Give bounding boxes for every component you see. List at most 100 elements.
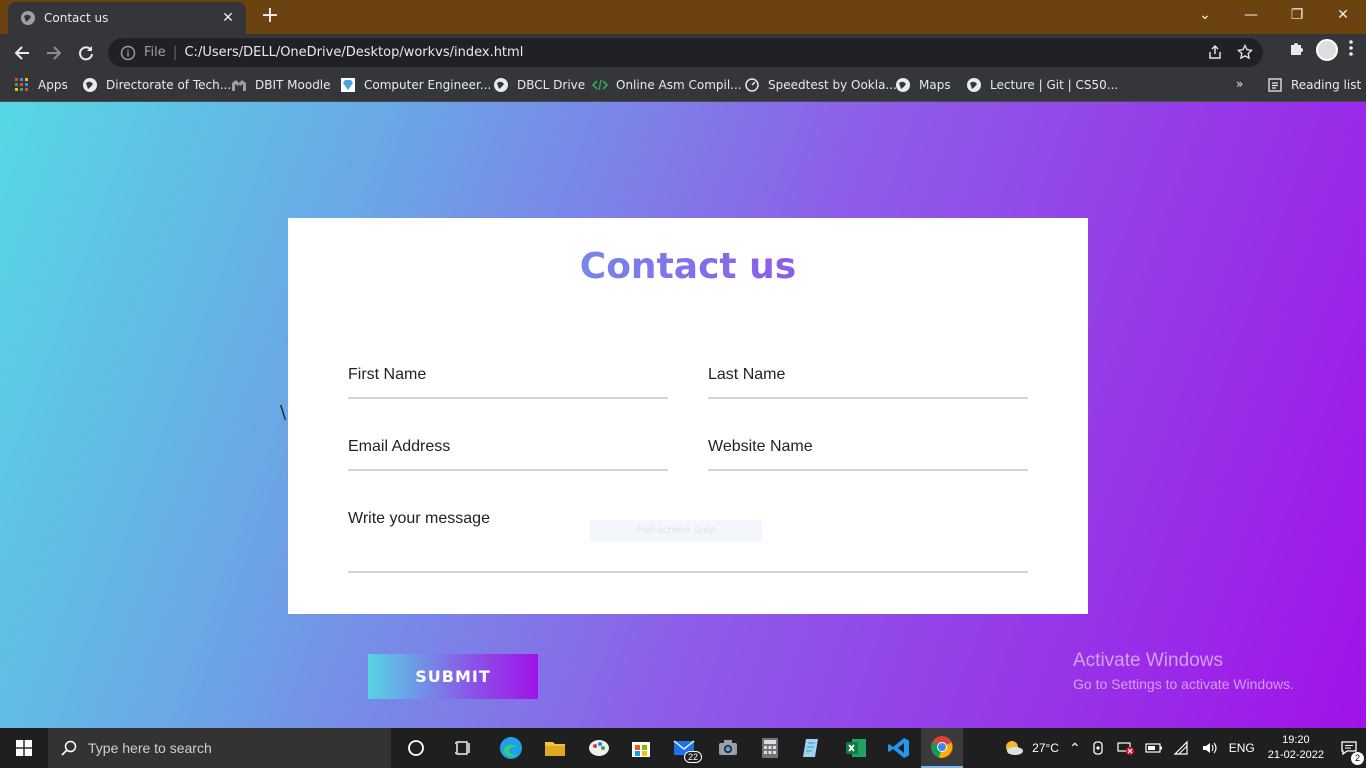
reading-list-label: Reading list — [1291, 78, 1362, 92]
taskbar-file-explorer[interactable] — [534, 728, 576, 768]
bookmark-apps[interactable]: Apps — [14, 77, 68, 93]
tab-close-icon[interactable]: ✕ — [220, 10, 236, 26]
url-scheme-label: File — [144, 45, 166, 60]
email-field[interactable]: Email Address — [348, 438, 668, 471]
back-button[interactable] — [8, 39, 36, 67]
task-view-button[interactable] — [442, 728, 484, 768]
tab-title: Contact us — [44, 11, 109, 25]
bookmark-dbit-moodle[interactable]: DBIT Moodle — [231, 77, 331, 93]
share-icon[interactable] — [1207, 44, 1223, 64]
window-controls: ⌄ — ❐ ✕ — [1182, 0, 1366, 30]
restore-button[interactable]: ❐ — [1274, 0, 1320, 30]
profile-avatar[interactable] — [1316, 39, 1338, 61]
forward-button[interactable] — [40, 39, 68, 67]
bookmark-star-icon[interactable] — [1236, 43, 1254, 64]
globe-icon — [493, 77, 509, 93]
reload-button[interactable] — [72, 39, 100, 67]
weather-temperature: 27°C — [1032, 741, 1059, 755]
windows-taskbar: Type here to search 22 27°C ⌃ ENG 19:20 … — [0, 728, 1366, 768]
extensions-puzzle-icon[interactable] — [1288, 39, 1306, 61]
taskbar-store[interactable] — [620, 728, 662, 768]
globe-icon — [895, 77, 911, 93]
url-separator: | — [172, 44, 178, 61]
website-label: Website Name — [708, 438, 813, 455]
bookmark-directorate[interactable]: Directorate of Tech... — [82, 77, 231, 93]
url-text[interactable]: C:/Users/DELL/OneDrive/Desktop/workvs/in… — [184, 45, 523, 60]
bookmarks-bar: Apps Directorate of Tech... DBIT Moodle … — [0, 71, 1366, 102]
last-name-field[interactable]: Last Name — [708, 366, 1028, 399]
bookmark-online-asm[interactable]: Online Asm Compil... — [592, 77, 742, 93]
battery-icon[interactable] — [1145, 742, 1163, 754]
chrome-icon — [931, 736, 953, 758]
store-bag-icon — [632, 742, 650, 757]
bookmark-cs50-git[interactable]: Lecture | Git | CS50... — [966, 77, 1118, 93]
message-label: Write your message — [348, 510, 490, 527]
moodle-icon — [231, 77, 247, 93]
taskbar-clock[interactable]: 19:20 21-02-2022 — [1268, 733, 1324, 763]
search-placeholder: Type here to search — [88, 740, 212, 756]
wifi-icon[interactable] — [1173, 740, 1191, 756]
clock-date: 21-02-2022 — [1267, 749, 1324, 761]
taskbar-mail[interactable]: 22 — [664, 728, 706, 768]
taskbar-vscode[interactable] — [878, 728, 920, 768]
paint-palette-icon — [589, 740, 609, 756]
bookmark-label: DBCL Drive — [517, 78, 586, 92]
excel-icon — [846, 739, 866, 757]
action-center-button[interactable]: 2 — [1332, 739, 1366, 765]
email-label: Email Address — [348, 438, 451, 455]
globe-icon — [82, 77, 98, 93]
start-button[interactable] — [0, 728, 48, 768]
address-bar[interactable]: File | C:/Users/DELL/OneDrive/Desktop/wo… — [108, 38, 1263, 67]
show-hidden-icons-chevron-icon[interactable]: ⌃ — [1069, 740, 1081, 757]
bookmark-dbcl-drive[interactable]: DBCL Drive — [493, 77, 585, 93]
bookmark-computer-engineer[interactable]: Computer Engineer... — [340, 77, 491, 93]
browser-titlebar: Contact us ✕ + ⌄ — ❐ ✕ — [0, 0, 1366, 34]
minimize-button[interactable]: — — [1228, 0, 1274, 30]
taskbar-camera[interactable] — [707, 728, 749, 768]
apps-grid-icon — [14, 77, 30, 93]
input-language[interactable]: ENG — [1229, 741, 1255, 755]
code-icon — [592, 77, 608, 93]
taskbar-excel[interactable] — [835, 728, 877, 768]
bookmark-label: Directorate of Tech... — [106, 78, 232, 92]
taskbar-notes-app[interactable] — [791, 728, 833, 768]
bookmark-maps[interactable]: Maps — [895, 77, 951, 93]
browser-tab-contact-us[interactable]: Contact us ✕ — [8, 2, 246, 34]
more-bookmarks-button[interactable]: » — [1236, 77, 1243, 91]
task-view-icon — [455, 741, 470, 755]
volume-icon[interactable] — [1201, 740, 1219, 756]
address-bar-actions — [1207, 43, 1254, 64]
browser-menu-icon[interactable] — [1348, 39, 1354, 61]
close-window-button[interactable]: ✕ — [1320, 0, 1366, 30]
first-name-field[interactable]: First Name — [348, 366, 668, 399]
tab-search-dropdown-icon[interactable]: ⌄ — [1182, 0, 1228, 30]
bookmark-speedtest[interactable]: Speedtest by Ookla... — [744, 77, 897, 93]
site-info-icon[interactable] — [120, 45, 136, 61]
meet-now-icon[interactable] — [1091, 740, 1107, 756]
taskbar-edge[interactable] — [490, 728, 532, 768]
cortana-circle-icon — [408, 740, 424, 756]
network-error-icon[interactable] — [1117, 740, 1135, 756]
weather-widget[interactable]: 27°C — [1003, 739, 1059, 757]
windows-logo-icon — [16, 740, 32, 756]
taskbar-paint[interactable] — [578, 728, 620, 768]
folder-icon — [545, 742, 565, 756]
new-tab-button[interactable]: + — [258, 5, 282, 29]
bookmark-label: Maps — [919, 78, 951, 92]
submit-button[interactable]: SUBMIT — [368, 654, 538, 699]
taskbar-calculator[interactable] — [749, 728, 791, 768]
contact-form-card: Contact us First Name Last Name Email Ad… — [288, 218, 1088, 614]
calculator-icon — [762, 738, 778, 758]
mail-unread-badge: 22 — [683, 751, 702, 763]
cortana-button[interactable] — [395, 728, 437, 768]
activate-windows-watermark: Activate Windows Go to Settings to activ… — [1073, 650, 1294, 692]
taskbar-chrome[interactable] — [921, 728, 963, 768]
taskbar-search-box[interactable]: Type here to search — [48, 728, 391, 768]
stray-backslash-text: \ — [280, 402, 287, 423]
reading-list-button[interactable]: Reading list — [1267, 77, 1361, 93]
toolbar-right-actions — [1288, 39, 1354, 61]
website-field[interactable]: Website Name — [708, 438, 1028, 471]
bookmark-label: Computer Engineer... — [364, 78, 492, 92]
diamond-icon — [340, 77, 356, 93]
bookmark-label: Apps — [38, 78, 68, 92]
